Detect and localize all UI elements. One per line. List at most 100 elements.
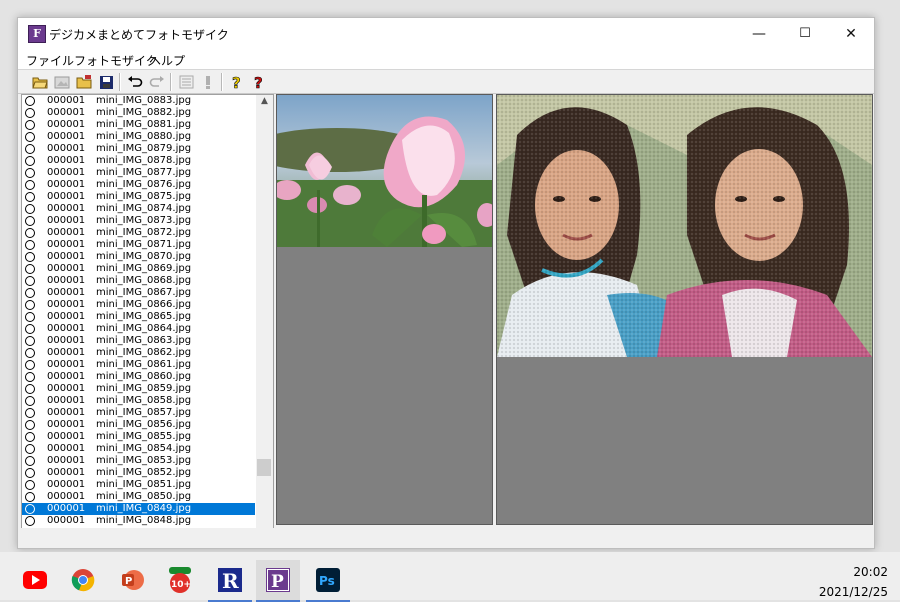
list-item[interactable]: 000001 mini_IMG_0871.jpg: [22, 239, 255, 251]
list-item[interactable]: 000001 mini_IMG_0852.jpg: [22, 467, 255, 479]
open-folder-icon[interactable]: [31, 73, 49, 91]
radio-icon[interactable]: [25, 348, 35, 358]
list-item[interactable]: 000001 mini_IMG_0856.jpg: [22, 419, 255, 431]
list-item[interactable]: 000001 mini_IMG_0873.jpg: [22, 215, 255, 227]
radio-icon[interactable]: [25, 192, 35, 202]
list-item[interactable]: 000001 mini_IMG_0869.jpg: [22, 263, 255, 275]
radio-icon[interactable]: [25, 96, 35, 106]
title-bar[interactable]: F デジカメまとめてフォトモザイク — ☐ ✕: [18, 18, 874, 49]
scroll-up-icon[interactable]: ▲: [256, 96, 273, 110]
list-item[interactable]: 000001 mini_IMG_0862.jpg: [22, 347, 255, 359]
radio-icon[interactable]: [25, 312, 35, 322]
radio-icon[interactable]: [25, 336, 35, 346]
radio-icon[interactable]: [25, 216, 35, 226]
help-icon[interactable]: ?: [228, 73, 246, 91]
exclamation-icon[interactable]: [199, 73, 217, 91]
radio-icon[interactable]: [25, 288, 35, 298]
radio-icon[interactable]: [25, 432, 35, 442]
list-item[interactable]: 000001 mini_IMG_0883.jpg: [22, 95, 255, 107]
list-item[interactable]: 000001 mini_IMG_0855.jpg: [22, 431, 255, 443]
list-item[interactable]: 000001 mini_IMG_0849.jpg: [22, 503, 255, 515]
chrome-icon[interactable]: [61, 560, 105, 600]
photomosaic-app-icon[interactable]: P: [256, 560, 300, 602]
save-icon[interactable]: [97, 73, 115, 91]
list-item[interactable]: 000001 mini_IMG_0881.jpg: [22, 119, 255, 131]
redo-icon[interactable]: [148, 73, 166, 91]
photoshop-icon[interactable]: Ps: [306, 560, 350, 602]
list-item[interactable]: 000001 mini_IMG_0868.jpg: [22, 275, 255, 287]
list-item[interactable]: 000001 mini_IMG_0865.jpg: [22, 311, 255, 323]
list-item[interactable]: 000001 mini_IMG_0864.jpg: [22, 323, 255, 335]
list-item[interactable]: 000001 mini_IMG_0872.jpg: [22, 227, 255, 239]
radio-icon[interactable]: [25, 120, 35, 130]
radio-icon[interactable]: [25, 360, 35, 370]
close-button[interactable]: ✕: [828, 18, 874, 49]
radio-icon[interactable]: [25, 276, 35, 286]
list-item[interactable]: 000001 mini_IMG_0866.jpg: [22, 299, 255, 311]
app-10plus-icon[interactable]: 10+: [158, 560, 202, 600]
radio-icon[interactable]: [25, 156, 35, 166]
radio-icon[interactable]: [25, 228, 35, 238]
radio-icon[interactable]: [25, 132, 35, 142]
list-item[interactable]: 000001 mini_IMG_0877.jpg: [22, 167, 255, 179]
minimize-button[interactable]: —: [736, 18, 782, 49]
radio-icon[interactable]: [25, 372, 35, 382]
menu-file[interactable]: ファイル: [26, 52, 74, 69]
list-item[interactable]: 000001 mini_IMG_0867.jpg: [22, 287, 255, 299]
list-item[interactable]: 000001 mini_IMG_0874.jpg: [22, 203, 255, 215]
radio-icon[interactable]: [25, 264, 35, 274]
radio-icon[interactable]: [25, 204, 35, 214]
folder-icon[interactable]: [75, 73, 93, 91]
list-item[interactable]: 000001 mini_IMG_0851.jpg: [22, 479, 255, 491]
image-icon[interactable]: [53, 73, 71, 91]
undo-icon[interactable]: [126, 73, 144, 91]
context-help-icon[interactable]: ?: [250, 73, 268, 91]
list-item[interactable]: 000001 mini_IMG_0850.jpg: [22, 491, 255, 503]
list-item[interactable]: 000001 mini_IMG_0879.jpg: [22, 143, 255, 155]
r-app-icon[interactable]: R: [208, 560, 252, 602]
list-item[interactable]: 000001 mini_IMG_0857.jpg: [22, 407, 255, 419]
list-item[interactable]: 000001 mini_IMG_0870.jpg: [22, 251, 255, 263]
radio-icon[interactable]: [25, 168, 35, 178]
maximize-button[interactable]: ☐: [782, 18, 828, 49]
radio-icon[interactable]: [25, 492, 35, 502]
list-item[interactable]: 000001 mini_IMG_0853.jpg: [22, 455, 255, 467]
list-item[interactable]: 000001 mini_IMG_0848.jpg: [22, 515, 255, 527]
file-list[interactable]: 000001 mini_IMG_0883.jpg 000001 mini_IMG_08…: [21, 94, 274, 545]
radio-icon[interactable]: [25, 444, 35, 454]
powerpoint-icon[interactable]: P: [110, 560, 154, 600]
menu-photomosaic[interactable]: フォトモザイク: [74, 52, 158, 69]
radio-icon[interactable]: [25, 504, 35, 514]
list-item[interactable]: 000001 mini_IMG_0880.jpg: [22, 131, 255, 143]
menu-help[interactable]: ヘルプ: [149, 52, 185, 69]
radio-icon[interactable]: [25, 240, 35, 250]
radio-icon[interactable]: [25, 108, 35, 118]
list-item[interactable]: 000001 mini_IMG_0876.jpg: [22, 179, 255, 191]
radio-icon[interactable]: [25, 252, 35, 262]
youtube-icon[interactable]: [13, 560, 57, 600]
radio-icon[interactable]: [25, 300, 35, 310]
radio-icon[interactable]: [25, 144, 35, 154]
list-icon[interactable]: [177, 73, 195, 91]
list-item[interactable]: 000001 mini_IMG_0854.jpg: [22, 443, 255, 455]
radio-icon[interactable]: [25, 324, 35, 334]
radio-icon[interactable]: [25, 516, 35, 526]
radio-icon[interactable]: [25, 480, 35, 490]
radio-icon[interactable]: [25, 420, 35, 430]
list-item[interactable]: 000001 mini_IMG_0863.jpg: [22, 335, 255, 347]
file-list-scrollbar[interactable]: ▲ ▼: [256, 95, 273, 544]
list-item[interactable]: 000001 mini_IMG_0875.jpg: [22, 191, 255, 203]
radio-icon[interactable]: [25, 468, 35, 478]
list-item[interactable]: 000001 mini_IMG_0859.jpg: [22, 383, 255, 395]
list-item[interactable]: 000001 mini_IMG_0882.jpg: [22, 107, 255, 119]
radio-icon[interactable]: [25, 408, 35, 418]
list-item[interactable]: 000001 mini_IMG_0861.jpg: [22, 359, 255, 371]
radio-icon[interactable]: [25, 180, 35, 190]
scroll-thumb[interactable]: [257, 459, 271, 476]
radio-icon[interactable]: [25, 384, 35, 394]
list-item[interactable]: 000001 mini_IMG_0860.jpg: [22, 371, 255, 383]
list-item[interactable]: 000001 mini_IMG_0878.jpg: [22, 155, 255, 167]
clock[interactable]: 20:02 2021/12/25: [819, 562, 888, 602]
list-item[interactable]: 000001 mini_IMG_0858.jpg: [22, 395, 255, 407]
radio-icon[interactable]: [25, 396, 35, 406]
